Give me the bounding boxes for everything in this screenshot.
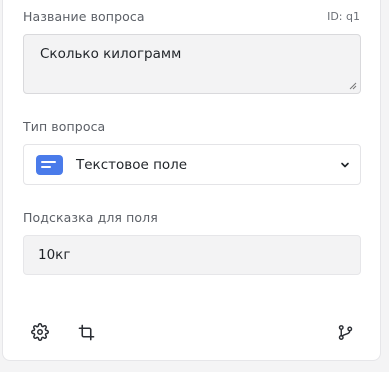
question-type-select[interactable]: Текстовое поле [23, 144, 361, 185]
branch-icon[interactable] [334, 321, 356, 343]
question-title-label: Название вопроса [23, 9, 145, 24]
hint-label: Подсказка для поля [23, 210, 158, 225]
crop-icon[interactable] [75, 321, 97, 343]
question-type-selected: Текстовое поле [76, 157, 188, 173]
settings-gear-icon[interactable] [29, 321, 51, 343]
question-title-textarea[interactable]: Сколько килограмм [23, 34, 361, 94]
hint-input[interactable]: 10кг [23, 235, 361, 275]
question-type-label: Тип вопроса [23, 119, 106, 134]
question-card: Название вопроса ID: q1 Сколько килограм… [2, 0, 381, 361]
text-field-icon [36, 155, 63, 175]
chevron-down-icon [341, 162, 349, 168]
question-title-value: Сколько килограмм [40, 46, 182, 62]
hint-value: 10кг [38, 247, 71, 263]
question-id: ID: q1 [327, 10, 360, 23]
resize-handle-icon[interactable] [349, 82, 357, 90]
